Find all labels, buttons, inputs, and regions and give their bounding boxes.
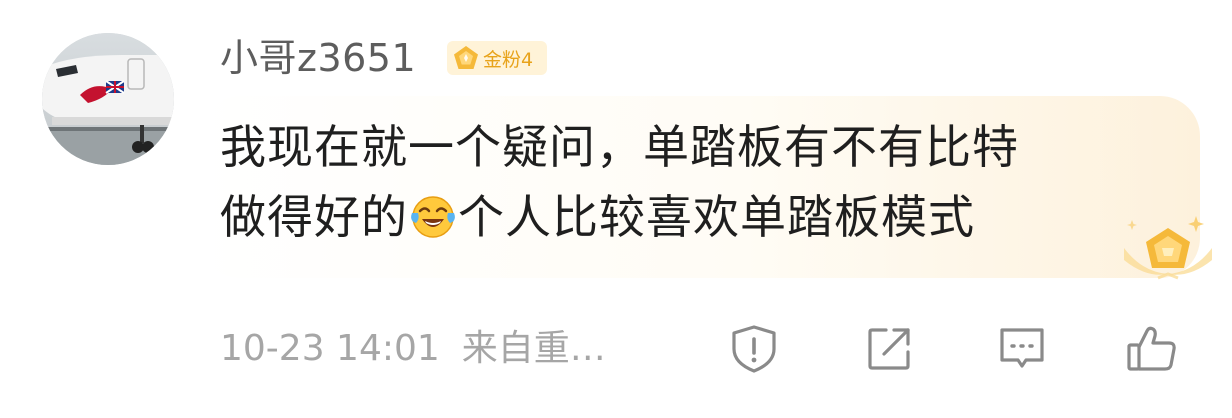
fan-level-label: 金粉4 [483, 48, 534, 71]
comment-line-1: 我现在就一个疑问，单踏板有不有比特 [220, 120, 1019, 174]
comment-text: 我现在就一个疑问，单踏板有不有比特 做得好的 个人比较喜欢单踏板模式 [220, 112, 1140, 252]
comment-meta: 10-23 14:01 来自重… [220, 324, 606, 374]
comment-line-2-start: 做得好的 [220, 190, 408, 244]
shield-exclamation-icon [732, 325, 776, 373]
like-button[interactable] [1125, 322, 1179, 376]
fan-level-badge[interactable]: 金粉4 [447, 41, 547, 75]
comment-button[interactable] [995, 322, 1049, 376]
gold-fan-decoration-icon [1118, 200, 1218, 290]
comment-bubble-icon [1000, 328, 1044, 368]
gold-pentagon-icon [453, 45, 479, 71]
source-label: 来自重… [461, 328, 606, 369]
share-arrow-icon [868, 328, 910, 370]
thumbs-up-icon [1127, 326, 1176, 371]
timestamp: 10-23 14:01 [220, 328, 440, 369]
report-button[interactable] [727, 322, 781, 376]
username[interactable]: 小哥z3651 [220, 32, 416, 84]
comment-line-2-end: 个人比较喜欢单踏板模式 [458, 190, 975, 244]
airplane-avatar-image [42, 33, 174, 165]
laughing-crying-emoji-icon [410, 188, 456, 238]
avatar[interactable] [42, 33, 174, 165]
comment-line-2: 做得好的 个人比较喜欢单踏板模式 [220, 182, 1140, 252]
share-button[interactable] [862, 322, 916, 376]
